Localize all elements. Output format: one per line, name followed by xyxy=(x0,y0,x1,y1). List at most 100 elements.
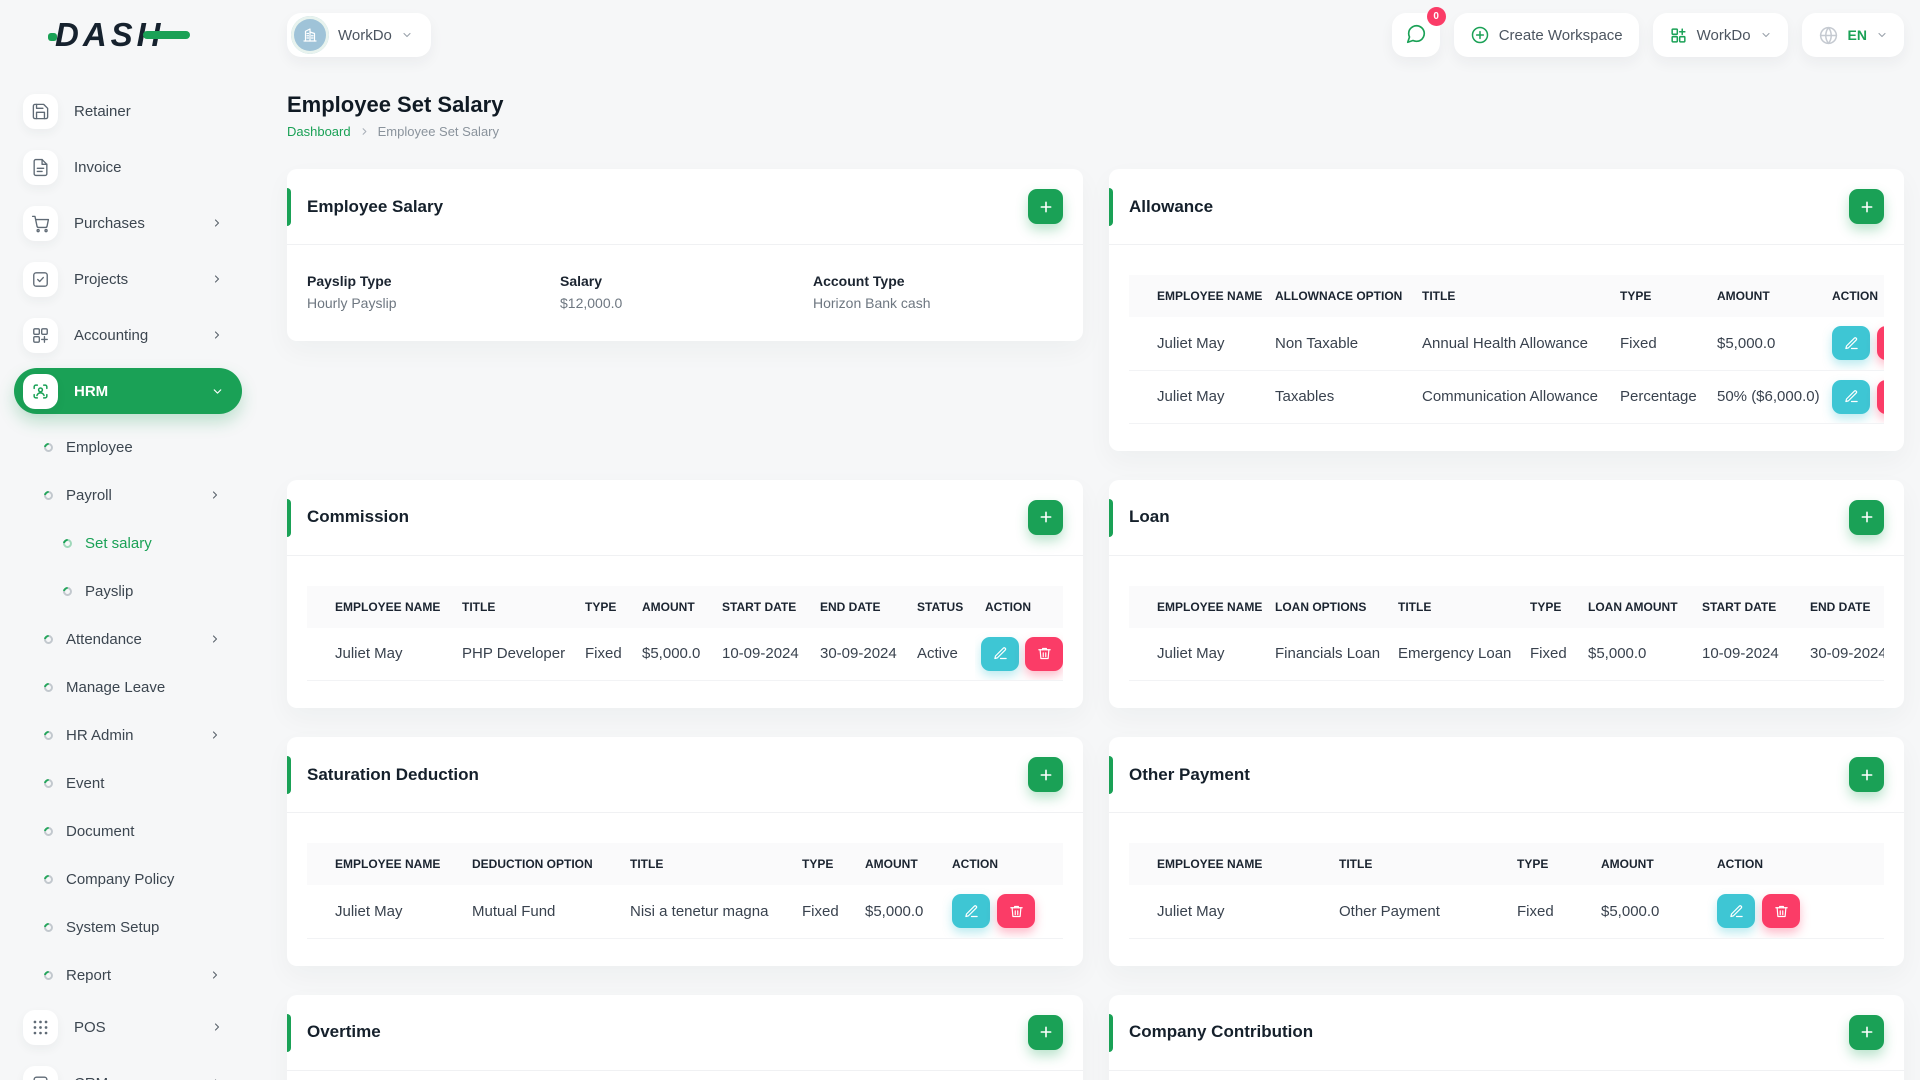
sidebar-item-manage-leave[interactable]: Manage Leave xyxy=(0,663,257,711)
workspace-name: WorkDo xyxy=(338,26,392,44)
table-row: Juliet May Taxables Communication Allowanc… xyxy=(1129,370,1884,424)
column-header: EMPLOYEE NAME xyxy=(1129,843,1329,885)
column-header: ACTION xyxy=(942,843,1063,885)
card-body: Payslip Type Hourly Payslip Salary $12,0… xyxy=(287,245,1083,341)
table-cell: Communication Allowance xyxy=(1412,370,1610,424)
sidebar-item-hrm[interactable]: HRM xyxy=(14,368,242,414)
page-head: Employee Set Salary Dashboard Employee S… xyxy=(287,70,1904,139)
chevron-right-icon xyxy=(211,217,223,229)
loan-table: EMPLOYEE NAME LOAN OPTIONS TITLE TYPE LOAN A… xyxy=(1129,585,1884,681)
employee-salary-card: Employee Salary Payslip Type Hourly Pays… xyxy=(287,169,1083,341)
table-cell: Fixed xyxy=(1507,885,1591,939)
card-title: Employee Salary xyxy=(307,196,444,216)
sidebar-item-accounting[interactable]: Accounting xyxy=(0,307,257,363)
sidebar-item-purchases[interactable]: Purchases xyxy=(0,195,257,251)
sidebar: DASH Retainer Invoice Purchases Projects… xyxy=(0,0,257,1080)
salary-fields: Payslip Type Hourly Payslip Salary $12,0… xyxy=(307,273,1063,311)
add-company-contribution-button[interactable] xyxy=(1849,1014,1884,1050)
add-other-payment-button[interactable] xyxy=(1849,757,1884,792)
sidebar-item-label: POS xyxy=(74,1018,106,1036)
edit-button[interactable] xyxy=(1832,326,1870,361)
messages-button[interactable]: 0 xyxy=(1391,7,1446,57)
add-loan-button[interactable] xyxy=(1849,499,1884,535)
sidebar-item-label: HR Admin xyxy=(66,726,134,744)
column-header: END DATE xyxy=(1800,585,1884,628)
app-logo[interactable]: DASH xyxy=(0,0,257,70)
chevron-right-icon xyxy=(359,126,370,137)
delete-button[interactable] xyxy=(1877,379,1884,414)
sidebar-item-company-policy[interactable]: Company Policy xyxy=(0,855,257,903)
sidebar-item-payslip[interactable]: Payslip xyxy=(0,567,257,615)
edit-button[interactable] xyxy=(952,894,990,929)
delete-button[interactable] xyxy=(997,894,1035,929)
add-allowance-button[interactable] xyxy=(1849,189,1884,224)
sidebar-item-label: HRM xyxy=(74,382,109,400)
sidebar-item-attendance[interactable]: Attendance xyxy=(0,615,257,663)
sidebar-item-report[interactable]: Report xyxy=(0,951,257,999)
sidebar-item-label: CRM xyxy=(74,1075,108,1080)
sidebar-item-invoice[interactable]: Invoice xyxy=(0,139,257,195)
table-cell: $5,000.0 xyxy=(1707,317,1822,371)
sidebar-item-event[interactable]: Event xyxy=(0,759,257,807)
breadcrumb-current: Employee Set Salary xyxy=(377,124,500,139)
table-cell: Fixed xyxy=(1520,627,1578,681)
card-title: Overtime xyxy=(307,1022,381,1041)
delete-button[interactable] xyxy=(1025,636,1063,671)
table-cell: Taxables xyxy=(1265,370,1412,424)
bullet-icon xyxy=(61,536,74,550)
delete-button[interactable] xyxy=(1762,894,1800,929)
add-overtime-button[interactable] xyxy=(1028,1014,1063,1050)
sidebar-item-retainer[interactable]: Retainer xyxy=(0,83,257,139)
overtime-card: Overtime xyxy=(287,994,1083,1080)
sidebar-item-set-salary[interactable]: Set salary xyxy=(0,519,257,567)
action-cell xyxy=(1822,370,1884,424)
sidebar-item-document[interactable]: Document xyxy=(0,807,257,855)
topbar: WorkDo 0 Create Workspace WorkDo EN xyxy=(287,0,1904,70)
add-employee-salary-button[interactable] xyxy=(1028,189,1063,224)
sidebar-item-employee[interactable]: Employee xyxy=(0,423,257,471)
saturation-deduction-card: Saturation Deduction EMPLOYEE NAME DEDUCT… xyxy=(287,737,1083,966)
sidebar-item-system-setup[interactable]: System Setup xyxy=(0,903,257,951)
delete-button[interactable] xyxy=(1877,326,1884,361)
card-body xyxy=(287,1071,1083,1080)
column-header: LOAN AMOUNT xyxy=(1578,585,1692,628)
chevron-right-icon xyxy=(211,1021,223,1033)
breadcrumb-dashboard-link[interactable]: Dashboard xyxy=(287,124,351,139)
allowance-card: Allowance EMPLOYEE NAME ALLOWNACE OPTION T… xyxy=(1109,169,1904,451)
sidebar-item-hr-admin[interactable]: HR Admin xyxy=(0,711,257,759)
workspace-switcher[interactable]: WorkDo xyxy=(287,13,431,57)
column-header: EMPLOYEE NAME xyxy=(307,585,452,628)
sidebar-item-label: Employee xyxy=(66,438,133,456)
column-header: EMPLOYEE NAME xyxy=(1129,585,1265,628)
field-value: Hourly Payslip xyxy=(307,295,397,311)
card-title: Commission xyxy=(307,507,410,526)
sidebar-item-label: Company Policy xyxy=(66,870,175,888)
bullet-icon xyxy=(42,488,55,502)
sidebar-item-pos[interactable]: POS xyxy=(0,999,257,1055)
sidebar-item-payroll[interactable]: Payroll xyxy=(0,471,257,519)
add-saturation-deduction-button[interactable] xyxy=(1028,757,1063,792)
app-switcher-button[interactable]: WorkDo xyxy=(1652,13,1788,57)
edit-button[interactable] xyxy=(981,636,1019,671)
edit-button[interactable] xyxy=(1717,894,1755,929)
table-cell: Active xyxy=(907,627,975,681)
column-header: TYPE xyxy=(1507,843,1591,885)
create-workspace-button[interactable]: Create Workspace xyxy=(1453,13,1639,57)
bullet-icon xyxy=(42,440,55,454)
sidebar-item-projects[interactable]: Projects xyxy=(0,251,257,307)
edit-button[interactable] xyxy=(1832,379,1870,414)
field-account-type: Account Type Horizon Bank cash xyxy=(813,273,1063,311)
column-header: TYPE xyxy=(1520,585,1578,628)
sidebar-item-label: Document xyxy=(66,822,135,840)
card-body xyxy=(1109,1071,1904,1080)
add-commission-button[interactable] xyxy=(1028,499,1063,535)
table-row: Juliet May Mutual Fund Nisi a tenetur magn… xyxy=(307,885,1063,939)
column-header: ACTION xyxy=(975,585,1063,628)
language-selector[interactable]: EN xyxy=(1801,13,1904,57)
hrm-icon xyxy=(23,373,58,409)
logo-accent-dot xyxy=(48,33,57,41)
create-workspace-label: Create Workspace xyxy=(1498,26,1623,44)
sidebar-item-crm[interactable]: CRM xyxy=(0,1055,257,1080)
app-switcher-label: WorkDo xyxy=(1696,26,1751,44)
sidebar-item-label: Projects xyxy=(74,270,129,288)
